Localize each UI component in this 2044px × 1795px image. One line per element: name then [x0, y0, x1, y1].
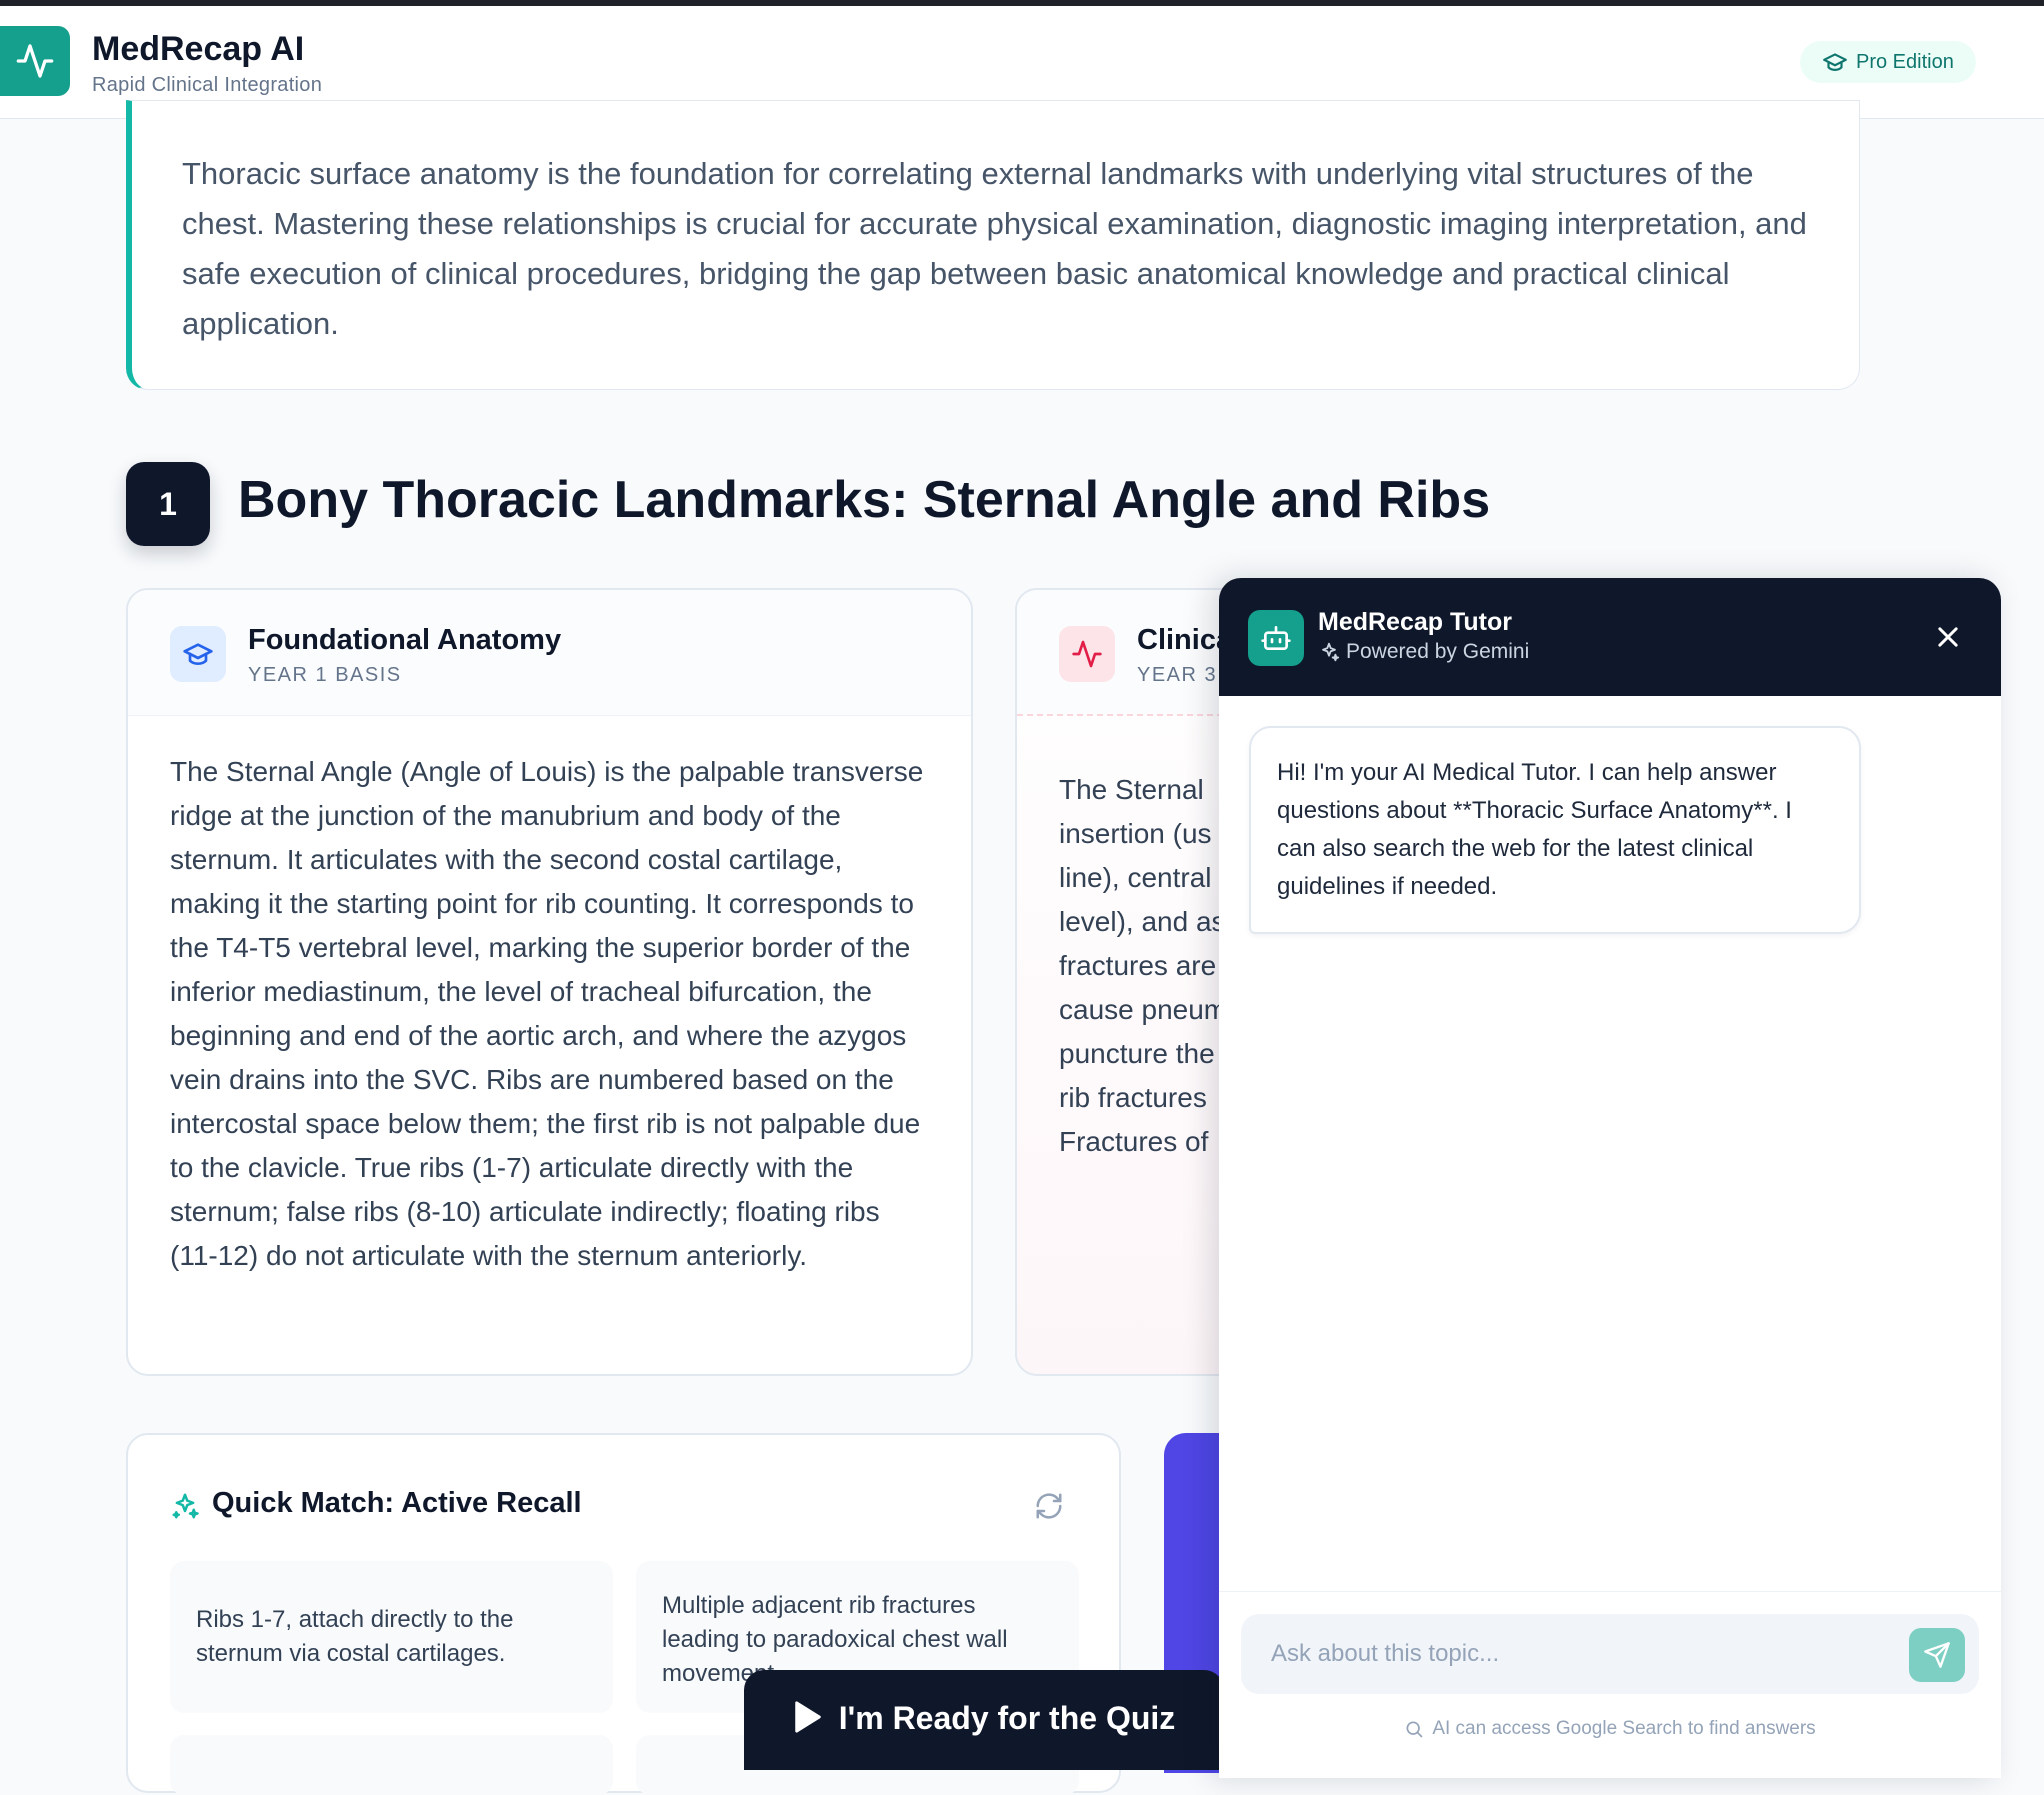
- intro-card: Thoracic surface anatomy is the foundati…: [126, 100, 1860, 390]
- chat-panel: MedRecap Tutor Powered by Gemini Hi! I'm…: [1219, 578, 2001, 1778]
- graduation-cap-icon: [183, 643, 213, 665]
- chat-message-bot: Hi! I'm your AI Medical Tutor. I can hel…: [1249, 726, 1861, 934]
- card-icon-box: [170, 626, 226, 682]
- card-tag: YEAR 1 BASIS: [248, 664, 402, 686]
- ready-button-label: I'm Ready for the Quiz: [838, 1700, 1176, 1736]
- chat-powered-by: Powered by Gemini: [1318, 640, 1529, 664]
- pro-badge-label: Pro Edition: [1856, 50, 1954, 73]
- ready-for-quiz-button[interactable]: I'm Ready for the Quiz: [744, 1670, 1224, 1770]
- app-logo[interactable]: [0, 26, 70, 96]
- chat-search-note: AI can access Google Search to find answ…: [1219, 1718, 2001, 1740]
- bot-icon: [1261, 626, 1291, 650]
- close-icon: [1938, 627, 1958, 647]
- chat-footer: AI can access Google Search to find answ…: [1219, 1591, 2001, 1778]
- section-number: 1: [126, 462, 210, 546]
- card-body: The Sternal Angle (Angle of Louis) is th…: [170, 756, 924, 1271]
- match-item[interactable]: [170, 1735, 613, 1795]
- chat-note-label: AI can access Google Search to find answ…: [1432, 1718, 1816, 1739]
- search-icon: [1406, 1721, 1423, 1738]
- app-title: MedRecap AI: [92, 30, 305, 68]
- refresh-icon[interactable]: [1034, 1491, 1064, 1521]
- play-icon: [794, 1701, 821, 1733]
- chat-powered-label: Powered by Gemini: [1346, 640, 1530, 663]
- activity-icon: [1072, 640, 1102, 668]
- quick-match-title: Quick Match: Active Recall: [212, 1487, 582, 1519]
- chat-title: MedRecap Tutor: [1318, 608, 1512, 636]
- pro-edition-badge: Pro Edition: [1800, 41, 1976, 83]
- card-icon-box: [1059, 626, 1115, 682]
- card-tag: YEAR 3: [1137, 664, 1218, 686]
- sparkles-icon: [1322, 642, 1340, 662]
- graduation-cap-icon: [1823, 53, 1847, 71]
- chat-input[interactable]: [1241, 1614, 1979, 1694]
- chat-send-button[interactable]: [1909, 1628, 1965, 1682]
- section-title: Bony Thoracic Landmarks: Sternal Angle a…: [238, 471, 1491, 529]
- activity-icon: [16, 44, 54, 78]
- card-title: Clinica: [1137, 624, 1233, 656]
- card-header: Foundational Anatomy YEAR 1 BASIS: [128, 590, 971, 716]
- chat-avatar: [1248, 610, 1304, 666]
- app-subtitle: Rapid Clinical Integration: [92, 74, 323, 96]
- match-item[interactable]: Ribs 1-7, attach directly to the sternum…: [170, 1561, 613, 1713]
- chat-header: MedRecap Tutor Powered by Gemini: [1219, 578, 2001, 696]
- send-icon: [1924, 1642, 1950, 1668]
- card-title: Foundational Anatomy: [248, 624, 562, 656]
- intro-text: Thoracic surface anatomy is the foundati…: [182, 156, 1807, 341]
- foundational-anatomy-card: Foundational Anatomy YEAR 1 BASIS The St…: [126, 588, 973, 1376]
- chat-close-button[interactable]: [1931, 620, 1965, 654]
- sparkles-icon: [172, 1493, 199, 1519]
